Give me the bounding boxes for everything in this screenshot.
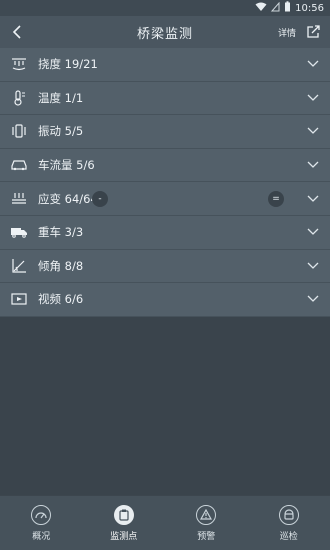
chevron-down-icon[interactable]: [296, 182, 330, 215]
inspection-icon: [278, 504, 299, 525]
chevron-down-icon[interactable]: [296, 216, 330, 249]
section-temperature[interactable]: 温度 1/1: [0, 82, 330, 116]
section-heavy-truck[interactable]: 重车 3/3: [0, 216, 330, 250]
status-time: 10:56: [295, 2, 324, 14]
battery-icon: [284, 1, 291, 15]
tab-monitor-points[interactable]: 监测点: [83, 496, 166, 550]
chevron-down-icon[interactable]: [296, 149, 330, 182]
bottom-tab-bar: 概况 监测点 预警 巡检: [0, 495, 330, 550]
chevron-down-icon[interactable]: [296, 48, 330, 81]
section-label: 应变 64/64: [38, 191, 98, 206]
chevron-left-icon: [12, 25, 21, 39]
deflection-icon: [0, 48, 38, 81]
monitor-point-icon: [113, 504, 134, 525]
tilt-icon: [0, 250, 38, 283]
chevron-down-icon[interactable]: [296, 82, 330, 115]
chevron-down-icon[interactable]: [296, 250, 330, 283]
no-sim-icon: [271, 1, 280, 15]
back-button[interactable]: [6, 16, 28, 48]
section-label: 倾角 8/8: [38, 258, 84, 273]
tab-label: 概况: [32, 531, 51, 542]
wifi-icon: [255, 2, 267, 15]
section-label: 重车 3/3: [38, 225, 84, 240]
tab-label: 监测点: [110, 531, 138, 542]
car-icon: [0, 149, 38, 182]
monitor-section-list: 挠度 19/21 温度 1/1 振动 5/5 车流量 5/6 应变 64/64 …: [0, 48, 330, 317]
section-label: 挠度 19/21: [38, 57, 98, 72]
strain-icon: [0, 182, 38, 215]
section-vibration[interactable]: 振动 5/5: [0, 115, 330, 149]
section-label: 温度 1/1: [38, 90, 84, 105]
chevron-down-icon[interactable]: [296, 283, 330, 316]
section-strain[interactable]: 应变 64/64 - =: [0, 182, 330, 216]
app-header: 桥梁监测 详情: [0, 16, 330, 48]
warning-icon: [196, 504, 217, 525]
tab-label: 预警: [197, 531, 216, 542]
section-label: 视频 6/6: [38, 292, 84, 307]
video-icon: [0, 283, 38, 316]
tab-overview[interactable]: 概况: [0, 496, 83, 550]
section-video[interactable]: 视频 6/6: [0, 283, 330, 317]
thermometer-icon: [0, 82, 38, 115]
section-traffic[interactable]: 车流量 5/6: [0, 149, 330, 183]
detail-link[interactable]: 详情: [278, 16, 296, 48]
section-label: 振动 5/5: [38, 124, 84, 139]
status-bar: 10:56: [0, 0, 330, 16]
overview-icon: [31, 504, 52, 525]
tab-label: 巡检: [279, 531, 298, 542]
section-tilt[interactable]: 倾角 8/8: [0, 250, 330, 284]
tab-inspection[interactable]: 巡检: [248, 496, 330, 550]
section-deflection[interactable]: 挠度 19/21: [0, 48, 330, 82]
share-button[interactable]: [302, 16, 324, 48]
tab-warning[interactable]: 预警: [165, 496, 248, 550]
section-label: 车流量 5/6: [38, 158, 95, 173]
chevron-down-icon[interactable]: [296, 115, 330, 148]
content-empty-area: [0, 317, 330, 495]
share-icon: [306, 25, 320, 38]
page-title: 桥梁监测: [136, 26, 193, 42]
truck-icon: [0, 216, 38, 249]
vibration-icon: [0, 115, 38, 148]
